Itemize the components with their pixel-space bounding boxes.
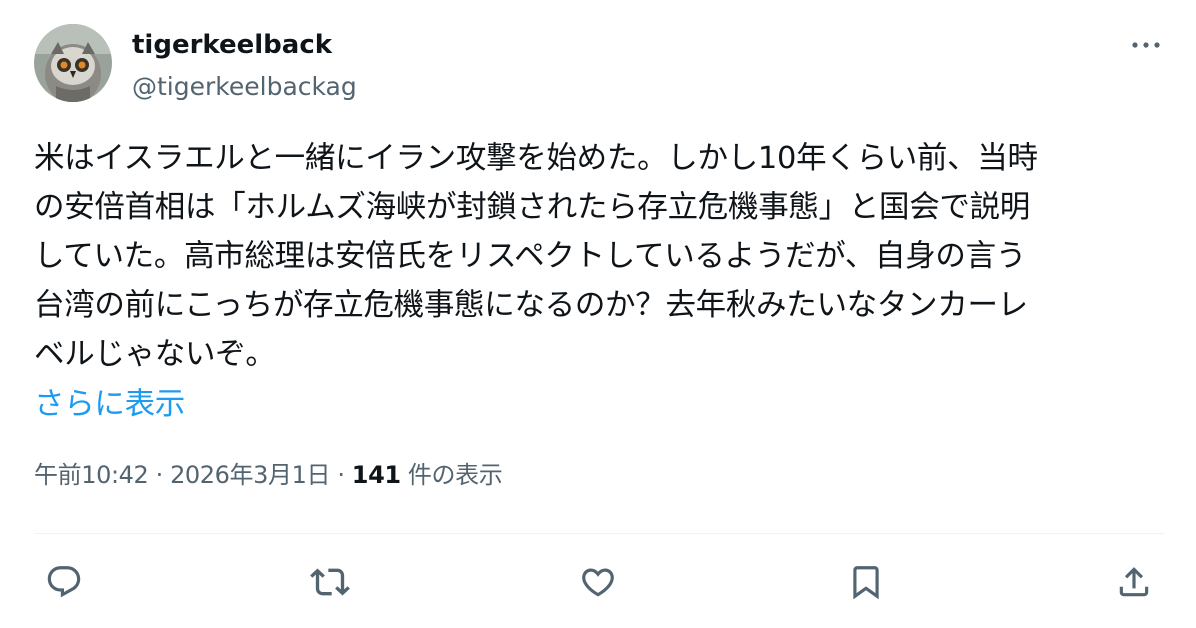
share-button[interactable] [1112,560,1156,604]
tweet-meta: 午前10:42 · 2026年3月1日 · 141 件の表示 [34,458,503,492]
meta-separator: · [148,461,171,489]
more-options-button[interactable] [1126,30,1166,60]
bookmark-button[interactable] [844,560,888,604]
tweet-date[interactable]: 2026年3月1日 [170,461,330,489]
bookmark-icon [853,566,879,600]
reply-button[interactable] [42,560,86,604]
tweet-line: の安倍首相は「ホルムズ海峡が封鎖されたら存立危機事態」と国会で説明 [34,190,1030,225]
tweet-time[interactable]: 午前10:42 [34,461,149,489]
tweet-line: していた。高市総理は安倍氏をリスペクトしているようだが、自身の言う [34,239,1027,274]
retweet-button[interactable] [308,560,352,604]
like-button[interactable] [576,560,620,604]
like-icon [582,568,614,597]
author-handle[interactable]: @tigerkeelbackag [132,70,357,104]
tweet-text: 米はイスラエルと一緒にイラン攻撃を始めた。しかし10年くらい前、当時 の安倍首相… [34,134,1164,379]
tweet-line: ベルじゃないぞ。 [34,337,276,372]
author-display-name[interactable]: tigerkeelback [132,28,332,62]
views-label: 件の表示 [400,461,503,489]
tweet-line: 台湾の前にこっちが存立危機事態になるのか？去年秋みたいなタンカーレ [34,288,1028,323]
retweet-icon [310,568,350,596]
divider [34,533,1164,534]
reply-icon [47,566,81,598]
avatar[interactable] [34,24,112,102]
show-more-link[interactable]: さらに表示 [34,380,185,429]
more-icon [1132,42,1160,48]
views-count: 141 [351,461,401,489]
tweet-line: 米はイスラエルと一緒にイラン攻撃を始めた。しかし10年くらい前、当時 [34,141,1038,176]
owl-avatar-icon [34,24,112,102]
share-icon [1119,567,1149,597]
meta-separator: · [330,461,352,489]
